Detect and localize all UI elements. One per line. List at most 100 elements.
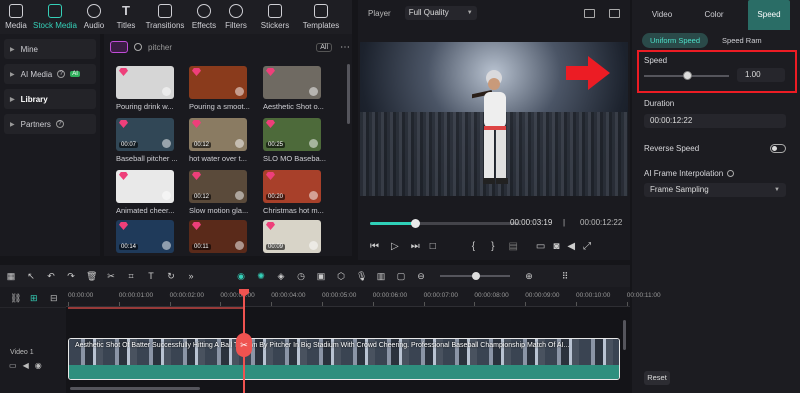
- tab-color[interactable]: Color: [694, 0, 734, 30]
- undo-icon[interactable]: ↶: [46, 271, 56, 281]
- rotate-icon[interactable]: ↻: [166, 271, 176, 281]
- timeline-ruler[interactable]: 00:00:00 00:00:01:00 00:00:02:00 00:00:03:0…: [66, 287, 661, 307]
- download-icon[interactable]: [162, 139, 171, 148]
- fullscreen-icon[interactable]: ⤢: [583, 241, 591, 252]
- media-thumbnail[interactable]: 00:11: [189, 220, 247, 253]
- toolbar-stock-media[interactable]: Stock Media: [32, 0, 78, 34]
- ai-search-icon[interactable]: [110, 41, 128, 53]
- download-icon[interactable]: [162, 191, 171, 200]
- sidebar-item-partners[interactable]: ▶ Partners?: [4, 114, 96, 134]
- subtab-uniform-speed[interactable]: Uniform Speed: [642, 32, 709, 48]
- download-icon[interactable]: [309, 139, 318, 148]
- volume-icon[interactable]: ◀: [567, 241, 575, 252]
- tab-speed[interactable]: Speed: [748, 0, 790, 30]
- download-icon[interactable]: [235, 87, 244, 96]
- mark-in-icon[interactable]: {: [472, 241, 475, 252]
- download-icon[interactable]: [235, 191, 244, 200]
- speed-icon[interactable]: ◷: [296, 271, 306, 281]
- camera-icon[interactable]: ◙: [553, 241, 559, 252]
- timeline-horizontal-scrollbar[interactable]: [70, 387, 200, 390]
- layout-icon[interactable]: ▦: [6, 271, 16, 281]
- progress-knob[interactable]: [411, 219, 420, 228]
- toolbar-media[interactable]: Media: [0, 0, 32, 34]
- playback-progress[interactable]: [370, 219, 520, 228]
- magnet-icon[interactable]: ⊟: [50, 293, 58, 304]
- interpolation-dropdown[interactable]: Frame Sampling ▼: [644, 183, 786, 197]
- grid-icon[interactable]: ⠿: [560, 271, 570, 281]
- media-thumbnail[interactable]: 00:14: [116, 220, 174, 253]
- keyframe-icon[interactable]: ◈: [276, 271, 286, 281]
- download-icon[interactable]: [162, 87, 171, 96]
- duration-input[interactable]: 00:00:12:22: [644, 114, 786, 128]
- toolbar-filters[interactable]: Filters: [220, 0, 252, 34]
- link-icon[interactable]: ⛓: [10, 293, 21, 304]
- media-thumbnail[interactable]: [116, 170, 174, 203]
- tab-video[interactable]: Video: [642, 0, 682, 30]
- crop-icon[interactable]: ⌗: [126, 271, 136, 281]
- media-thumbnail[interactable]: 00:12: [189, 170, 247, 203]
- more-options-icon[interactable]: ⋯: [340, 42, 350, 53]
- text-icon[interactable]: T: [146, 271, 156, 281]
- snapshot-image-icon[interactable]: [609, 8, 620, 18]
- mark-out-icon[interactable]: }: [491, 241, 494, 252]
- sidebar-item-library[interactable]: ▶ Library: [4, 89, 96, 109]
- subtab-speed-ramping[interactable]: Speed Ram: [714, 33, 770, 48]
- media-thumbnail[interactable]: 00:25: [263, 118, 321, 151]
- sidebar-item-ai-media[interactable]: ▶ AI Media? AI: [4, 64, 96, 84]
- cut-icon[interactable]: ✂: [106, 271, 116, 281]
- download-icon[interactable]: [162, 241, 171, 250]
- stop-icon[interactable]: □: [430, 241, 436, 252]
- playhead-cut-icon[interactable]: ✂: [236, 333, 252, 357]
- media-thumbnail[interactable]: 00:20: [263, 170, 321, 203]
- auto-beat-icon[interactable]: ✺: [256, 271, 266, 281]
- delete-icon[interactable]: 🗑: [86, 271, 97, 281]
- media-thumbnail[interactable]: [263, 66, 321, 99]
- eye-icon[interactable]: ◉: [35, 361, 42, 370]
- shield-icon[interactable]: ⬡: [336, 271, 346, 281]
- display-icon[interactable]: ▭: [536, 241, 545, 252]
- zoom-in-icon[interactable]: ⊕: [524, 271, 534, 281]
- filter-all-dropdown[interactable]: All: [316, 42, 332, 52]
- ai-icon[interactable]: ▢: [396, 271, 406, 281]
- sidebar-item-mine[interactable]: ▶ Mine: [4, 39, 96, 59]
- media-thumbnail[interactable]: 00:07: [116, 118, 174, 151]
- redo-icon[interactable]: ↷: [66, 271, 76, 281]
- download-icon[interactable]: [309, 87, 318, 96]
- split-screen-icon[interactable]: ▥: [376, 271, 386, 281]
- folder-icon[interactable]: ▭: [9, 361, 17, 370]
- zoom-slider[interactable]: [440, 272, 510, 280]
- speed-value-input[interactable]: 1.00: [737, 68, 785, 82]
- media-thumbnail[interactable]: 00:12: [189, 118, 247, 151]
- media-thumbnail[interactable]: [116, 66, 174, 99]
- quality-dropdown[interactable]: Full Quality ▼: [404, 6, 477, 20]
- toolbar-templates[interactable]: Templates: [298, 0, 344, 34]
- toolbar-titles[interactable]: T Titles: [110, 0, 142, 34]
- download-icon[interactable]: [235, 139, 244, 148]
- search-input[interactable]: pitcher: [148, 43, 316, 52]
- download-icon[interactable]: [235, 241, 244, 250]
- speaker-icon[interactable]: ◀: [23, 361, 29, 370]
- toolbar-effects[interactable]: Effects: [188, 0, 220, 34]
- download-icon[interactable]: [309, 191, 318, 200]
- download-icon[interactable]: [309, 241, 318, 250]
- timeline-vertical-scrollbar[interactable]: [623, 320, 626, 350]
- add-track-icon[interactable]: ⊞: [30, 293, 38, 304]
- grid-view-icon[interactable]: [584, 8, 595, 18]
- prev-frame-icon[interactable]: ⏮: [370, 241, 379, 252]
- next-frame-icon[interactable]: ⏭: [411, 241, 420, 252]
- media-scrollbar[interactable]: [347, 64, 350, 124]
- microphone-icon[interactable]: 🎙: [356, 271, 367, 281]
- speed-slider[interactable]: [644, 71, 729, 80]
- zoom-out-icon[interactable]: ⊖: [416, 271, 426, 281]
- render-icon[interactable]: ▤: [508, 241, 517, 252]
- play-icon[interactable]: ▷: [391, 241, 399, 252]
- toolbar-stickers[interactable]: Stickers: [252, 0, 298, 34]
- reset-button[interactable]: Reset: [644, 371, 670, 385]
- media-thumbnail[interactable]: [189, 66, 247, 99]
- toolbar-audio[interactable]: Audio: [78, 0, 110, 34]
- select-tool-icon[interactable]: ↖: [26, 271, 36, 281]
- speed-slider-knob[interactable]: [682, 71, 692, 80]
- more-tools-icon[interactable]: »: [186, 271, 196, 281]
- toolbar-transitions[interactable]: Transitions: [142, 0, 188, 34]
- video-clip[interactable]: Aesthetic Shot Of Batter Successfully Hi…: [68, 338, 620, 380]
